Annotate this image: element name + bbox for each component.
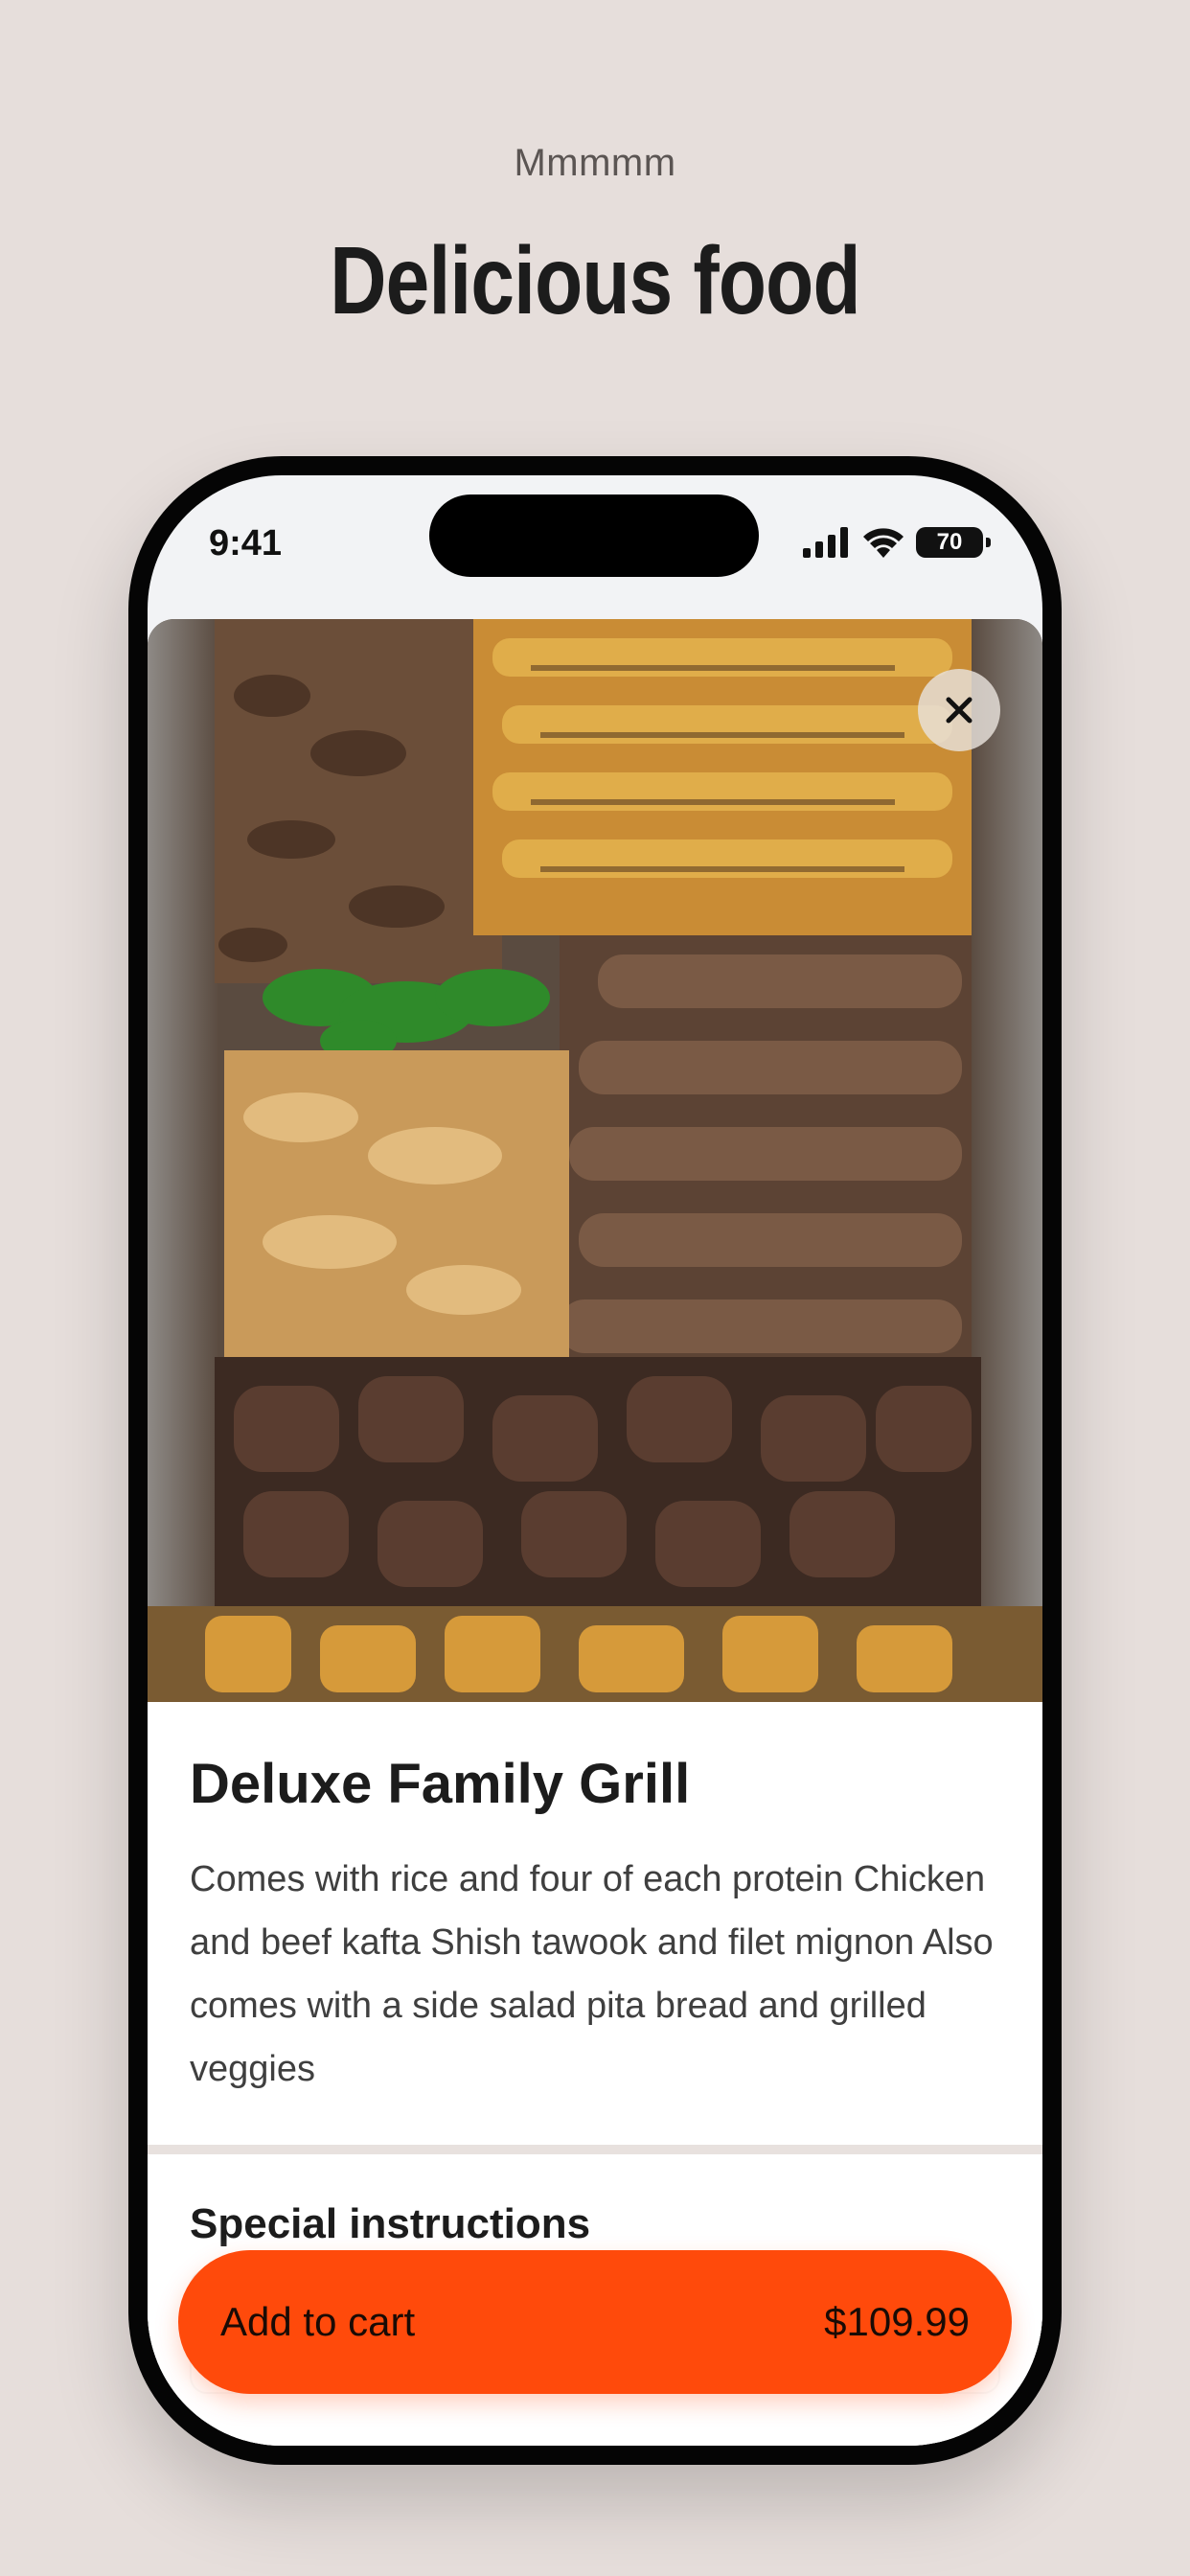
- wifi-icon: [863, 528, 904, 558]
- add-to-cart-label: Add to cart: [220, 2299, 416, 2344]
- product-name: Deluxe Family Grill: [190, 1753, 691, 1815]
- page-headline: Delicious food: [330, 227, 860, 334]
- cart-price: $109.99: [824, 2299, 970, 2344]
- close-button[interactable]: [918, 669, 1000, 751]
- status-icons: 70: [803, 525, 991, 560]
- section-divider: [148, 2145, 1042, 2154]
- page-eyebrow: Mmmmm: [514, 142, 676, 184]
- battery-icon: 70: [916, 527, 991, 558]
- grill-platter-image: [148, 619, 1042, 1702]
- phone-frame: 9:41 70 Deluxe Family Grill Comes with r…: [128, 456, 1062, 2465]
- status-time: 9:41: [209, 523, 283, 564]
- close-icon: [946, 697, 973, 724]
- special-instructions-title: Special instructions: [190, 2200, 591, 2247]
- product-description: Comes with rice and four of each protein…: [190, 1859, 994, 2089]
- dynamic-island: [429, 494, 759, 577]
- add-to-cart-button[interactable]: Add to cart $109.99: [178, 2250, 1012, 2394]
- status-bar: 9:41 70: [148, 475, 1042, 619]
- product-image: [148, 619, 1042, 1702]
- product-sheet: Deluxe Family Grill Comes with rice and …: [148, 619, 1042, 2446]
- phone-screen: 9:41 70 Deluxe Family Grill Comes with r…: [148, 475, 1042, 2446]
- signal-icon: [803, 527, 848, 558]
